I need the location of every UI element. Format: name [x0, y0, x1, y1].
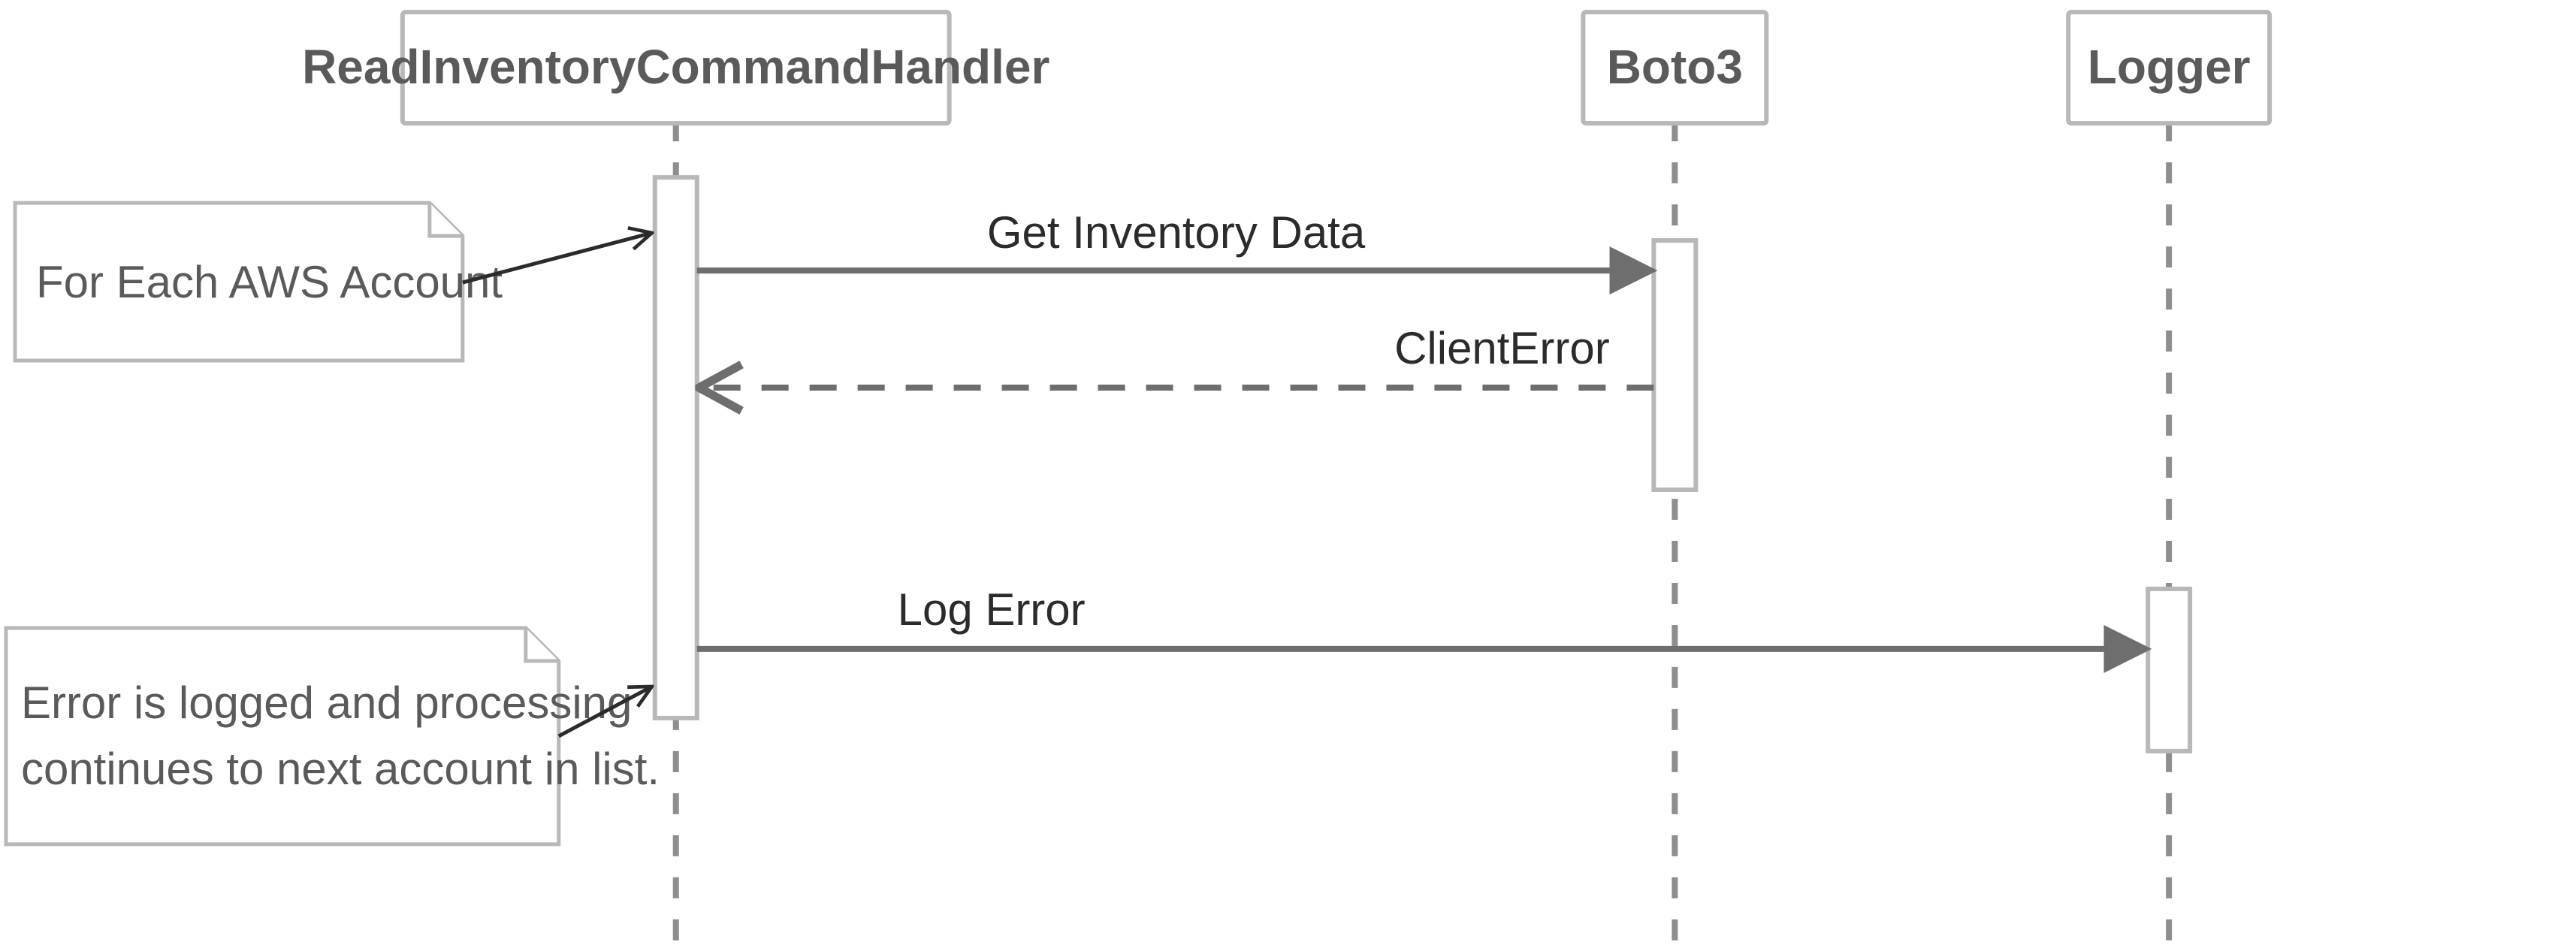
sequence-diagram: ReadInventoryCommandHandler Boto3 Logger… — [0, 0, 2576, 948]
note-loop: For Each AWS Account — [15, 203, 503, 361]
activation-logger — [2148, 589, 2190, 751]
note-error-text-line2: continues to next account in list. — [21, 744, 660, 794]
activation-handler — [655, 177, 697, 718]
message-get-inventory-label: Get Inventory Data — [987, 207, 1366, 258]
participant-logger-label: Logger — [2088, 40, 2251, 94]
message-log-error-label: Log Error — [898, 584, 1086, 635]
participant-boto3: Boto3 — [1583, 12, 1766, 123]
participant-boto3-label: Boto3 — [1607, 40, 1743, 94]
note-error-text-line1: Error is logged and processing — [21, 678, 632, 728]
message-client-error-label: ClientError — [1394, 323, 1610, 373]
note-loop-text: For Each AWS Account — [36, 257, 503, 307]
activation-boto3 — [1653, 240, 1696, 490]
participant-handler: ReadInventoryCommandHandler — [302, 12, 1049, 123]
participant-handler-label: ReadInventoryCommandHandler — [302, 40, 1049, 94]
participant-logger: Logger — [2068, 12, 2269, 123]
